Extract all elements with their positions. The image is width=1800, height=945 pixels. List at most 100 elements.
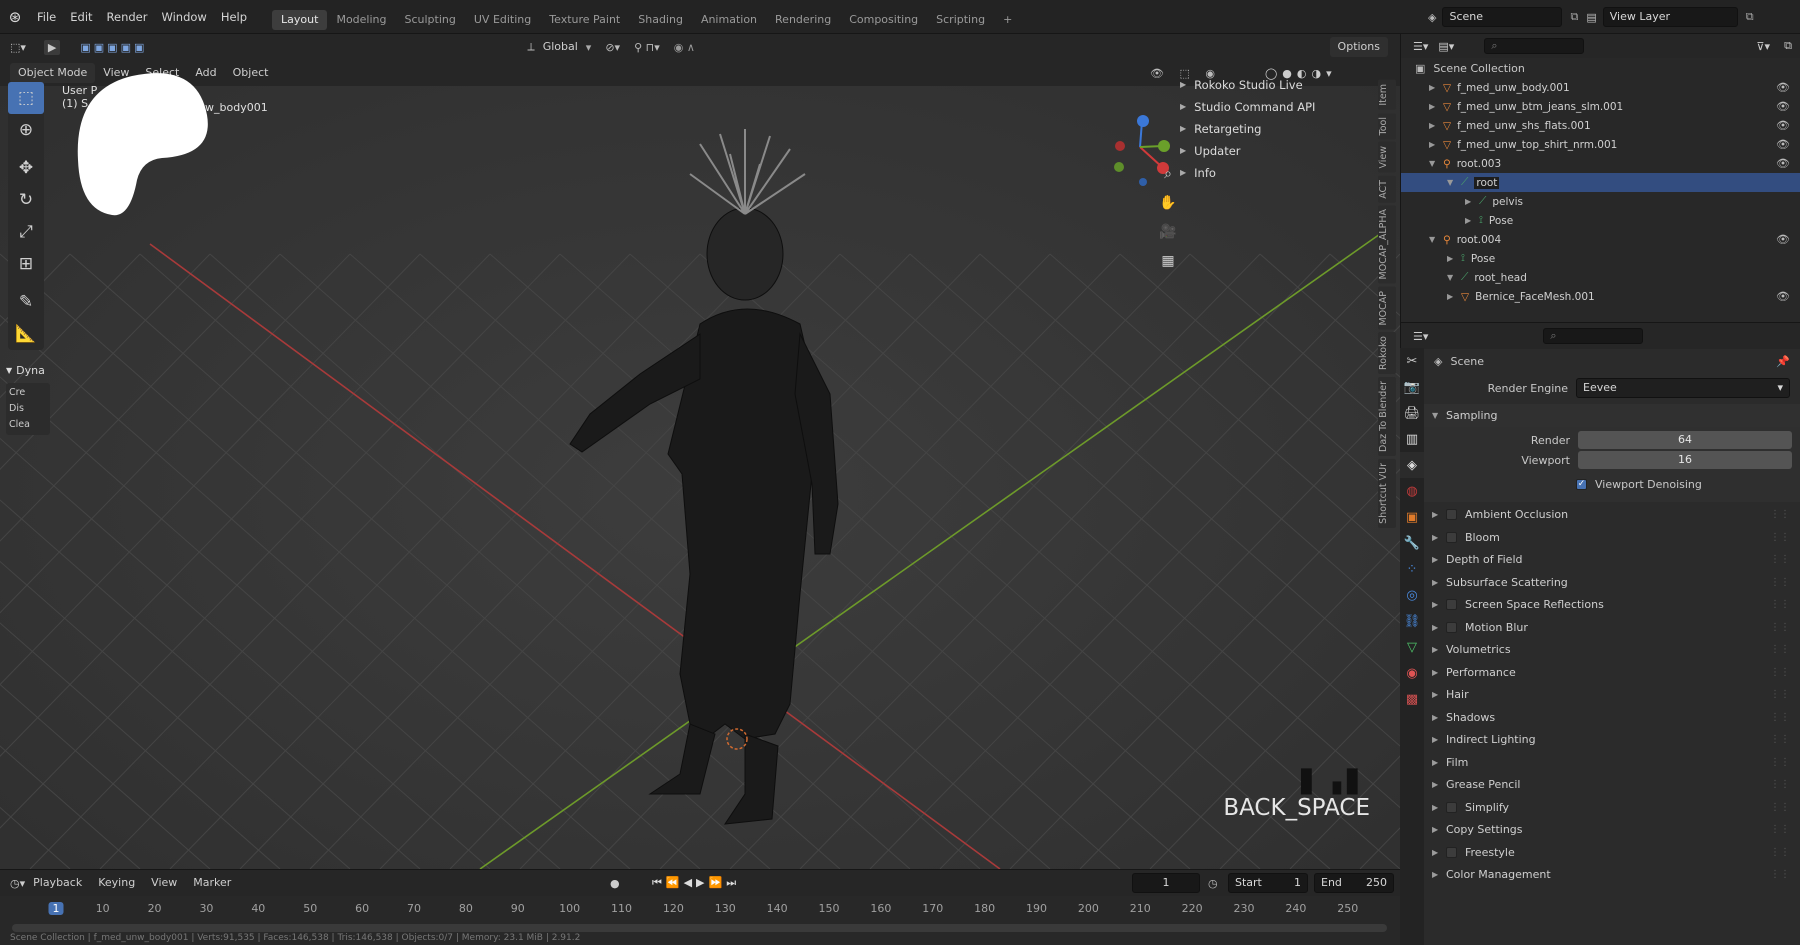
annotate-icon[interactable]: ✎ xyxy=(8,286,44,318)
outliner-item[interactable]: ▶ ⟟ Pose xyxy=(1401,211,1800,230)
drag-handle-icon[interactable]: ⋮⋮ xyxy=(1770,577,1790,588)
dyntopo-button[interactable]: Cre xyxy=(9,385,47,401)
tab-rendering[interactable]: Rendering xyxy=(766,10,840,30)
camera-icon[interactable]: 🎥 xyxy=(1155,218,1181,247)
tab-sculpting[interactable]: Sculpting xyxy=(396,10,465,30)
panel-performance[interactable]: ▶ Performance ⋮⋮ xyxy=(1424,661,1800,684)
visibility-eye-icon[interactable]: 👁 xyxy=(1776,138,1790,151)
visibility-eye-icon[interactable]: 👁 xyxy=(1776,157,1790,170)
expand-arrow-icon[interactable]: ▶ xyxy=(1429,140,1443,149)
move-icon[interactable]: ✥ xyxy=(8,152,44,184)
npanel-info[interactable]: ▶ Info xyxy=(1180,162,1370,184)
drag-handle-icon[interactable]: ⋮⋮ xyxy=(1770,622,1790,633)
timeline-scrollbar[interactable] xyxy=(12,924,1387,932)
outliner-item[interactable]: ▶ ▽ f_med_unw_top_shirt_nrm.001 👁 xyxy=(1401,135,1800,154)
panel-shadows[interactable]: ▶ Shadows ⋮⋮ xyxy=(1424,706,1800,729)
viewport-samples-field[interactable]: 16 xyxy=(1578,451,1792,469)
constraints-tab-icon[interactable]: ⛓ xyxy=(1400,608,1424,634)
cursor-icon[interactable]: ⊕ xyxy=(8,114,44,146)
panel-grease-pencil[interactable]: ▶ Grease Pencil ⋮⋮ xyxy=(1424,774,1800,797)
tab-shading[interactable]: Shading xyxy=(629,10,692,30)
add-workspace-button[interactable]: + xyxy=(994,10,1021,30)
panel-film[interactable]: ▶ Film ⋮⋮ xyxy=(1424,751,1800,774)
panel-motion-blur[interactable]: ▶ Motion Blur ⋮⋮ xyxy=(1424,616,1800,639)
panel-checkbox[interactable] xyxy=(1446,509,1457,521)
new-view-layer-icon[interactable]: ⧉ xyxy=(1746,10,1754,24)
panel-indirect-lighting[interactable]: ▶ Indirect Lighting ⋮⋮ xyxy=(1424,729,1800,752)
output-tab-icon[interactable]: 🖨 xyxy=(1400,400,1424,426)
scale-icon[interactable]: ⤢ xyxy=(8,216,44,248)
outliner-item[interactable]: ▼ ⚲ root.003 👁 xyxy=(1401,154,1800,173)
viewport-menu-object[interactable]: Object xyxy=(225,63,277,83)
panel-checkbox[interactable] xyxy=(1446,621,1457,633)
sidebar-tab-item[interactable]: Item xyxy=(1378,80,1396,110)
sidebar-tab-daz-to-blender[interactable]: Daz To Blender xyxy=(1378,377,1396,457)
particles-tab-icon[interactable]: ⁘ xyxy=(1400,556,1424,582)
expand-arrow-icon[interactable]: ▶ xyxy=(1465,216,1479,225)
panel-checkbox[interactable] xyxy=(1446,599,1457,611)
transform-icon[interactable]: ⊞ xyxy=(8,248,44,280)
drag-handle-icon[interactable]: ⋮⋮ xyxy=(1770,824,1790,835)
texture-tab-icon[interactable]: ▩ xyxy=(1400,686,1424,712)
drag-handle-icon[interactable]: ⋮⋮ xyxy=(1770,847,1790,858)
panel-screen-space-reflections[interactable]: ▶ Screen Space Reflections ⋮⋮ xyxy=(1424,594,1800,617)
new-scene-icon[interactable]: ⧉ xyxy=(1570,10,1578,24)
proportional-edit-icon[interactable]: ◉ ∧ xyxy=(674,41,695,54)
panel-color-management[interactable]: ▶ Color Management ⋮⋮ xyxy=(1424,864,1800,887)
sidebar-tab-mocap-alpha[interactable]: MOCAP_ALPHA xyxy=(1378,205,1396,284)
scene-selector[interactable]: Scene xyxy=(1442,7,1563,27)
dyntopo-button[interactable]: Clea xyxy=(9,417,47,433)
outliner-item[interactable]: ▼ ⚲ root.004 👁 xyxy=(1401,230,1800,249)
expand-arrow-icon[interactable]: ▶ xyxy=(1429,83,1443,92)
tab-compositing[interactable]: Compositing xyxy=(840,10,927,30)
expand-arrow-icon[interactable]: ▶ xyxy=(1429,102,1443,111)
display-mode-icon[interactable]: ▤▾ xyxy=(1438,40,1454,53)
panel-copy-settings[interactable]: ▶ Copy Settings ⋮⋮ xyxy=(1424,819,1800,842)
outliner-item[interactable]: ▼ ⟋ root xyxy=(1401,173,1800,192)
drag-handle-icon[interactable]: ⋮⋮ xyxy=(1770,712,1790,723)
drag-handle-icon[interactable]: ⋮⋮ xyxy=(1770,554,1790,565)
tab-layout[interactable]: Layout xyxy=(272,10,328,30)
sidebar-tab-view[interactable]: View xyxy=(1378,142,1396,173)
outliner-item[interactable]: ▶ ▽ f_med_unw_btm_jeans_slm.001 👁 xyxy=(1401,97,1800,116)
expand-arrow-icon[interactable]: ▶ xyxy=(1447,292,1461,301)
object-tab-icon[interactable]: ▣ xyxy=(1400,504,1424,530)
panel-freestyle[interactable]: ▶ Freestyle ⋮⋮ xyxy=(1424,841,1800,864)
expand-arrow-icon[interactable]: ▶ xyxy=(1465,197,1479,206)
filter-icon[interactable]: ⊽▾ xyxy=(1756,40,1770,53)
rotate-icon[interactable]: ↻ xyxy=(8,184,44,216)
snap-icon[interactable]: ⚲ ⊓▾ xyxy=(634,41,660,54)
panel-hair[interactable]: ▶ Hair ⋮⋮ xyxy=(1424,684,1800,707)
editor-type-icon[interactable]: ⬚▾ xyxy=(10,41,26,54)
editor-type-icon[interactable]: ☰▾ xyxy=(1413,330,1428,343)
visibility-eye-icon[interactable]: 👁 xyxy=(1776,233,1790,246)
drag-handle-icon[interactable]: ⋮⋮ xyxy=(1770,779,1790,790)
view-layer-tab-icon[interactable]: ▥ xyxy=(1400,426,1424,452)
selection-mode-icons[interactable]: ▣▣▣▣▣ xyxy=(80,41,147,54)
panel-depth-of-field[interactable]: ▶ Depth of Field ⋮⋮ xyxy=(1424,549,1800,572)
outliner-item[interactable]: ▶ ▽ f_med_unw_shs_flats.001 👁 xyxy=(1401,116,1800,135)
grid-view-icon[interactable]: ▦ xyxy=(1155,247,1181,276)
render-samples-field[interactable]: 64 xyxy=(1578,431,1792,449)
measure-icon[interactable]: 📐 xyxy=(8,318,44,350)
expand-arrow-icon[interactable]: ▼ xyxy=(1429,159,1443,168)
editor-type-icon[interactable]: ☰▾ xyxy=(1413,40,1428,53)
panel-checkbox[interactable] xyxy=(1446,801,1457,813)
denoising-checkbox[interactable]: ✓ xyxy=(1576,479,1587,490)
panel-volumetrics[interactable]: ▶ Volumetrics ⋮⋮ xyxy=(1424,639,1800,662)
tab-texture-paint[interactable]: Texture Paint xyxy=(540,10,629,30)
panel-bloom[interactable]: ▶ Bloom ⋮⋮ xyxy=(1424,526,1800,549)
menu-render[interactable]: Render xyxy=(100,0,155,34)
render-engine-dropdown[interactable]: Eevee ▾ xyxy=(1576,378,1790,398)
npanel-studio-command-api[interactable]: ▶ Studio Command API xyxy=(1180,96,1370,118)
expand-arrow-icon[interactable]: ▶ xyxy=(1429,121,1443,130)
scene-tab-icon[interactable]: ◈ xyxy=(1400,452,1424,478)
world-tab-icon[interactable]: ◍ xyxy=(1400,478,1424,504)
outliner-search-input[interactable]: ⌕ xyxy=(1484,38,1585,54)
render-tab-icon[interactable]: 📷 xyxy=(1400,374,1424,400)
tab-animation[interactable]: Animation xyxy=(692,10,766,30)
sidebar-tab-act[interactable]: ACT xyxy=(1378,175,1396,203)
tab-scripting[interactable]: Scripting xyxy=(927,10,994,30)
view-layer-selector[interactable]: View Layer xyxy=(1602,7,1738,27)
drag-handle-icon[interactable]: ⋮⋮ xyxy=(1770,644,1790,655)
